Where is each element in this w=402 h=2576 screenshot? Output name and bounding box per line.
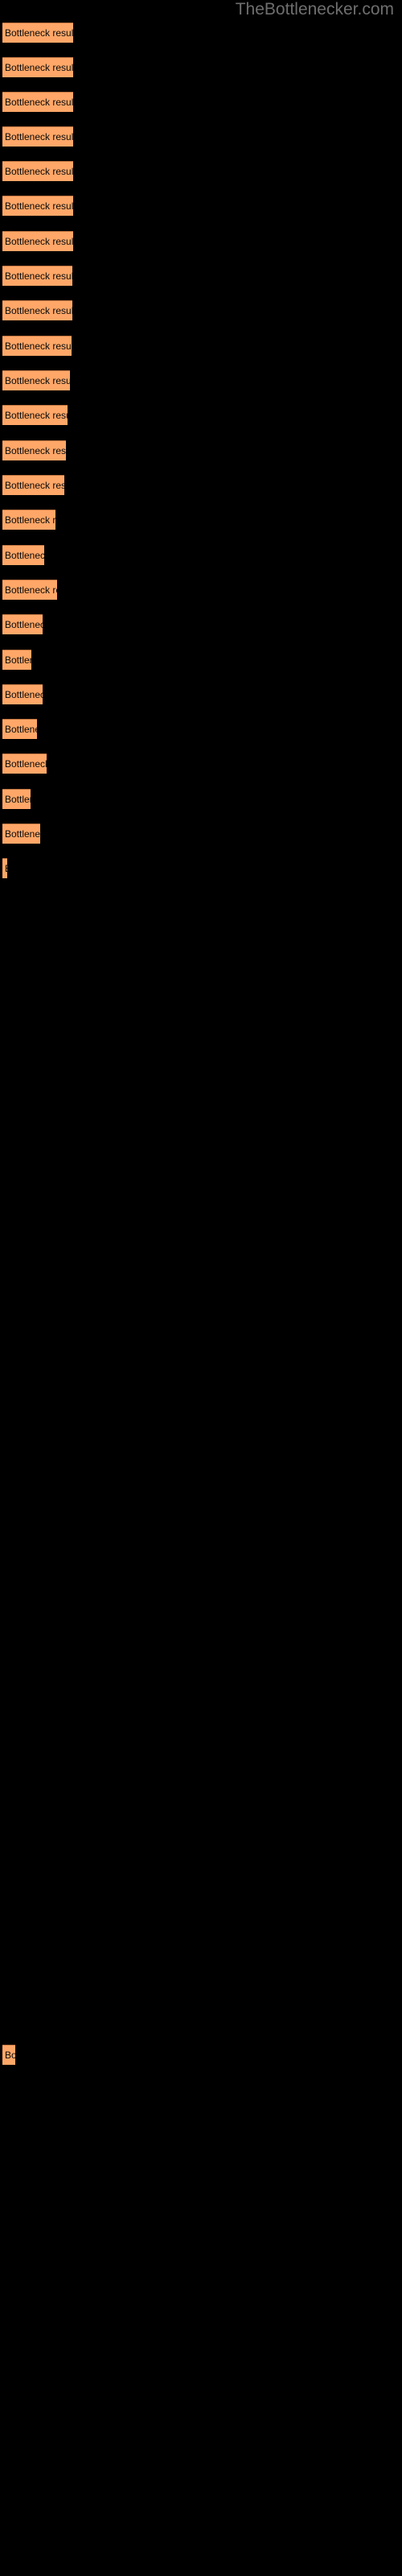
bottleneck-result-bar[interactable]: Bottleneck result	[2, 650, 31, 670]
bar-label: Bottleneck result	[5, 200, 73, 212]
bar-label: Bottleneck result	[5, 619, 43, 630]
bar-label: Bottleneck result	[5, 514, 55, 526]
bar-label: Bottleneck result	[5, 654, 31, 666]
bottleneck-result-bar[interactable]: Bottleneck result	[2, 824, 40, 844]
bottleneck-result-bar[interactable]: Bottleneck result	[2, 23, 73, 43]
bottleneck-result-bar[interactable]: Bottleneck result	[2, 753, 47, 774]
bottleneck-result-bar[interactable]: Bottleneck result	[2, 92, 73, 112]
bar-label: Bottleneck result	[5, 131, 73, 142]
bottleneck-result-bar[interactable]: Bottleneck result	[2, 580, 57, 600]
bar-label: Bottleneck result	[5, 689, 43, 700]
bottleneck-result-bar[interactable]: Bottleneck result	[2, 440, 66, 460]
bar-label: Bottleneck result	[5, 341, 72, 352]
bar-label: Bottleneck result	[5, 445, 66, 456]
chart-page: TheBottlenecker.com Bottleneck result Bot…	[0, 0, 402, 2576]
bar-label: Bottleneck result	[5, 97, 73, 108]
bar-label: Bottleneck result	[5, 62, 73, 73]
bar-label: Bottleneck result	[5, 724, 37, 735]
bar-label: Bottleneck result	[5, 550, 44, 561]
bar-label: Bottleneck result	[5, 375, 70, 386]
bottleneck-result-bar[interactable]: Bottleneck result	[2, 336, 72, 356]
bar-label: Bottleneck result	[5, 862, 7, 876]
bottleneck-result-bar[interactable]: Bottleneck result	[2, 57, 73, 77]
bottleneck-result-bar[interactable]: Bottleneck result	[2, 196, 73, 216]
bar-label: Bottleneck result	[5, 480, 64, 491]
bar-label: Bottleneck result	[5, 236, 73, 247]
bar-label: Bottleneck result	[5, 305, 72, 316]
bar-label: Bottleneck result	[5, 166, 73, 177]
bar-label: Bottleneck result	[5, 27, 73, 39]
bottleneck-result-bar[interactable]: Bottleneck result	[2, 161, 73, 181]
bar-label: Bottleneck result	[5, 794, 31, 805]
bar-label: Bottleneck result	[5, 270, 72, 282]
bottleneck-result-bar[interactable]: Bottleneck result	[2, 2045, 15, 2065]
bottleneck-result-bar[interactable]: Bottleneck result	[2, 719, 37, 739]
bar-label: Bottleneck result	[5, 758, 47, 770]
bottleneck-result-bar[interactable]: Bottleneck result	[2, 231, 73, 251]
bar-label: Bottleneck result	[5, 410, 68, 421]
bar-label: Bottleneck result	[5, 828, 40, 840]
bottleneck-result-bar[interactable]: Bottleneck result	[2, 614, 43, 634]
bottleneck-result-bar[interactable]: Bottleneck result	[2, 510, 55, 530]
site-title: TheBottlenecker.com	[235, 0, 394, 19]
bar-label: Bottleneck result	[5, 2050, 15, 2061]
bottleneck-result-bar[interactable]: Bottleneck result	[2, 266, 72, 286]
bottleneck-result-bar[interactable]: Bottleneck result	[2, 684, 43, 704]
bottleneck-result-bar[interactable]: Bottleneck result	[2, 858, 7, 878]
bottleneck-result-bar[interactable]: Bottleneck result	[2, 370, 70, 390]
bottleneck-result-bar[interactable]: Bottleneck result	[2, 300, 72, 320]
bottleneck-result-bar[interactable]: Bottleneck result	[2, 126, 73, 147]
bottleneck-result-bar[interactable]: Bottleneck result	[2, 789, 31, 809]
bottleneck-result-bar[interactable]: Bottleneck result	[2, 475, 64, 495]
bottleneck-result-bar[interactable]: Bottleneck result	[2, 545, 44, 565]
bar-label: Bottleneck result	[5, 584, 57, 596]
bottleneck-result-bar[interactable]: Bottleneck result	[2, 405, 68, 425]
